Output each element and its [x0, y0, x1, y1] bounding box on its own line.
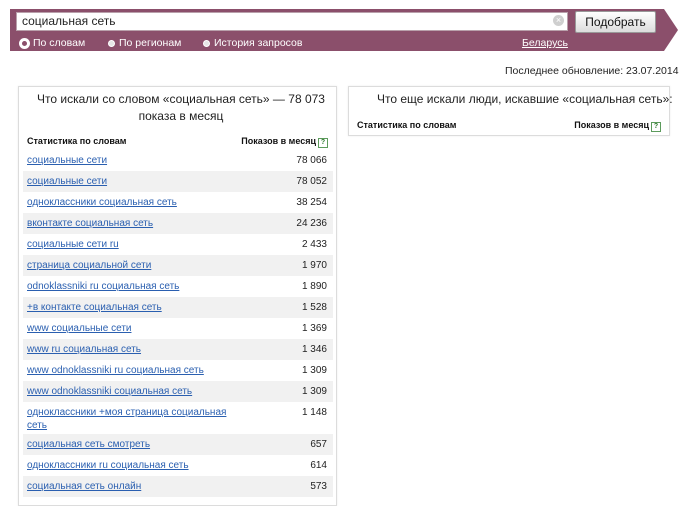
shows-count: 657 — [310, 439, 327, 450]
keyword-link[interactable]: страница социальной сети — [27, 259, 247, 272]
keyword-link[interactable]: социальные сети ru — [27, 238, 247, 251]
keyword-link[interactable]: одноклассники ru социальная сеть — [27, 459, 247, 472]
keyword-stats-panel: Что искали со словом «социальная сеть» —… — [18, 86, 337, 506]
shows-count: 1 148 — [301, 407, 327, 418]
shows-count: 1 309 — [301, 386, 327, 397]
table-row: www odnoklassniki ru социальная сеть 1 30… — [23, 360, 333, 381]
region-link[interactable]: Беларусь — [522, 36, 568, 50]
column-header-shows-label: Показов в месяц — [241, 136, 316, 146]
table-row: www социальные сети 1 369 — [23, 318, 333, 339]
keyword-link[interactable]: www ru социальная сеть — [27, 343, 247, 356]
keyword-link[interactable]: вконтакте социальная сеть — [27, 217, 247, 230]
table-row: www odnoklassniki социальная сеть 1 309 — [23, 381, 333, 402]
shows-count: 614 — [310, 460, 327, 471]
radio-by-regions[interactable]: По регионам — [108, 36, 181, 50]
keyword-link[interactable]: odnoklassniki ru социальная сеть — [27, 280, 247, 293]
panel-title: Что еще искали люди, искавшие «социальна… — [377, 92, 673, 106]
column-header-keyword: Статистика по словам — [27, 136, 127, 146]
table-row: страница социальной сети 1 970 — [23, 255, 333, 276]
shows-count: 1 369 — [301, 323, 327, 334]
keyword-link[interactable]: одноклассники +моя страница социальная с… — [27, 406, 247, 432]
table-row: одноклассники ru социальная сеть 614 — [23, 455, 333, 476]
radio-checked-icon — [20, 39, 29, 48]
keyword-link[interactable]: социальная сеть онлайн — [27, 480, 247, 493]
shows-count: 1 890 — [301, 281, 327, 292]
shows-count: 24 236 — [296, 218, 327, 229]
shows-count: 78 066 — [296, 155, 327, 166]
keyword-link[interactable]: социальная сеть смотреть — [27, 438, 247, 451]
table-row: www ru социальная сеть 1 346 — [23, 339, 333, 360]
radio-search-history[interactable]: История запросов — [203, 36, 302, 50]
radio-unchecked-icon — [203, 40, 210, 47]
column-header-shows: Показов в месяц? — [241, 136, 328, 148]
radio-unchecked-icon — [108, 40, 115, 47]
keyword-link[interactable]: социальные сети — [27, 154, 247, 167]
help-icon[interactable]: ? — [318, 138, 328, 148]
shows-count: 38 254 — [296, 197, 327, 208]
radio-label: По регионам — [119, 37, 182, 49]
table-row: одноклассники +моя страница социальная с… — [23, 402, 333, 434]
shows-count: 1 309 — [301, 365, 327, 376]
table-row: социальные сети 78 052 — [23, 171, 333, 192]
header-arrow — [664, 9, 678, 51]
radio-label: История запросов — [214, 37, 303, 49]
help-icon[interactable]: ? — [651, 122, 661, 132]
related-searches-panel: Что еще искали люди, искавшие «социальна… — [348, 86, 673, 136]
table-row: социальные сети 78 066 — [23, 150, 333, 171]
table-row: odnoklassniki ru социальная сеть 1 890 — [23, 276, 333, 297]
clear-icon[interactable]: × — [553, 15, 564, 26]
column-header-shows: Показов в месяц? — [574, 120, 661, 132]
table-row: социальная сеть смотреть 657 — [23, 434, 333, 455]
panel-title: Что искали со словом «социальная сеть» —… — [37, 92, 325, 123]
keyword-link[interactable]: +в контакте социальная сеть — [27, 301, 247, 314]
radio-by-words[interactable]: По словам — [20, 36, 85, 50]
table-row: +в контакте социальная сеть 1 528 — [23, 297, 333, 318]
shows-count: 2 433 — [301, 239, 327, 250]
shows-count: 573 — [310, 481, 327, 492]
submit-button[interactable]: Подобрать — [575, 11, 656, 33]
radio-label: По словам — [33, 37, 86, 49]
column-header-shows-label: Показов в месяц — [574, 120, 649, 130]
search-input[interactable]: социальная сеть — [16, 12, 568, 31]
table-row: вконтакте социальная сеть 24 236 — [23, 213, 333, 234]
table-row: социальные сети ru 2 433 — [23, 234, 333, 255]
column-header-keyword: Статистика по словам — [357, 120, 457, 130]
shows-count: 1 346 — [301, 344, 327, 355]
shows-count: 1 970 — [301, 260, 327, 271]
keyword-link[interactable]: www odnoklassniki социальная сеть — [27, 385, 247, 398]
table-row: одноклассники социальная сеть 38 254 — [23, 192, 333, 213]
last-update-text: Последнее обновление: 23.07.2014 — [505, 65, 679, 77]
keyword-link[interactable]: социальные сети — [27, 175, 247, 188]
shows-count: 1 528 — [301, 302, 327, 313]
keyword-link[interactable]: одноклассники социальная сеть — [27, 196, 247, 209]
keyword-link[interactable]: www odnoklassniki ru социальная сеть — [27, 364, 247, 377]
keyword-link[interactable]: www социальные сети — [27, 322, 247, 335]
shows-count: 78 052 — [296, 176, 327, 187]
table-row: социальная сеть онлайн 573 — [23, 476, 333, 497]
